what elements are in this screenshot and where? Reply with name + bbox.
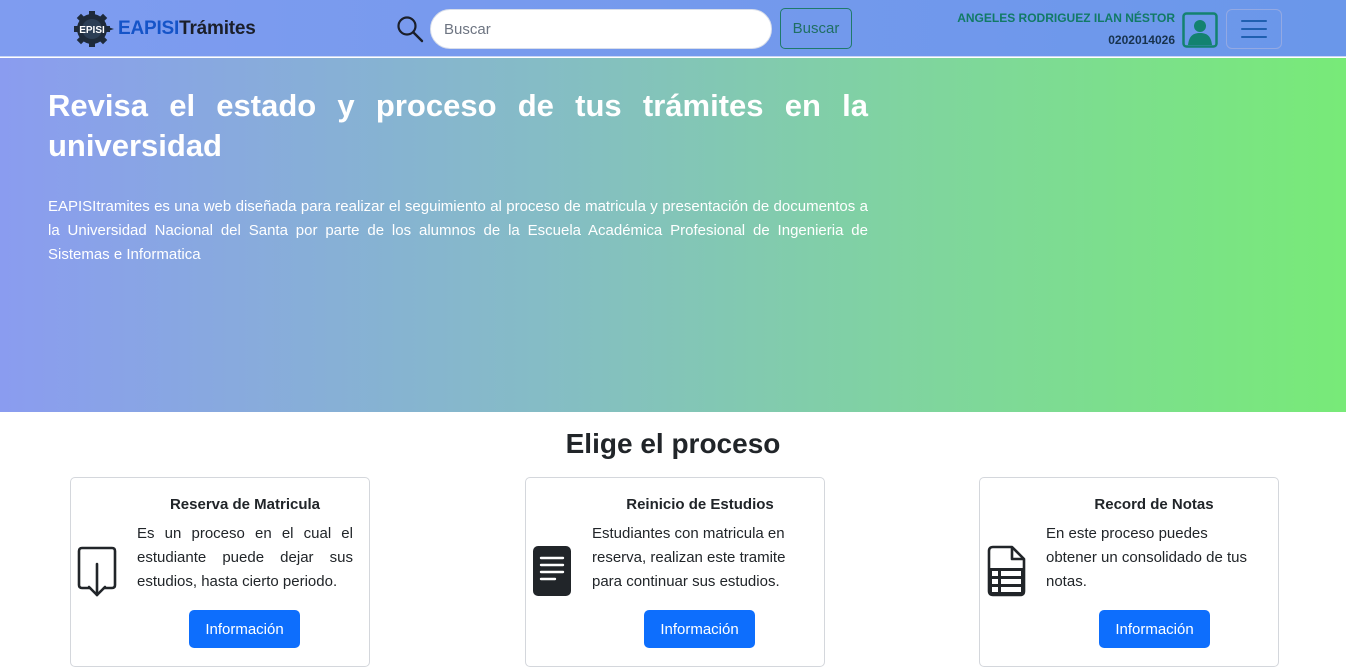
info-button-reserva[interactable]: Información bbox=[189, 610, 300, 648]
card-description: Estudiantes con matricula en reserva, re… bbox=[592, 525, 786, 590]
hamburger-icon bbox=[1241, 20, 1267, 38]
card-description: Es un proceso en el cual el estudiante p… bbox=[137, 525, 353, 590]
file-spreadsheet-icon bbox=[985, 544, 1027, 598]
process-card-reserva: Reserva de Matricula Es un proceso en el… bbox=[70, 477, 370, 667]
box-arrow-in-down-icon bbox=[76, 544, 118, 598]
menu-toggle-button[interactable] bbox=[1226, 9, 1282, 49]
svg-text:EPISI: EPISI bbox=[79, 25, 105, 36]
card-title: Reserva de Matricula bbox=[169, 496, 321, 513]
brand-name-part2: Trámites bbox=[179, 18, 256, 39]
card-title: Reinicio de Estudios bbox=[626, 496, 774, 513]
search-icon bbox=[396, 15, 424, 43]
process-card-record: Record de Notas En este proceso puedes o… bbox=[979, 477, 1279, 667]
search-button[interactable]: Buscar bbox=[780, 8, 852, 49]
user-code: 0202014026 bbox=[1108, 33, 1175, 47]
brand-name-part1: EAPISI bbox=[118, 18, 180, 39]
file-text-icon bbox=[531, 544, 573, 598]
user-avatar-icon[interactable] bbox=[1182, 12, 1218, 48]
brand-name: EAPISITrámites bbox=[118, 18, 256, 40]
hero-description: EAPISItramites es una web diseñada para … bbox=[48, 198, 868, 263]
search-input[interactable] bbox=[430, 9, 772, 49]
card-description: En este proceso puedes obtener un consol… bbox=[1046, 525, 1247, 590]
hero-banner: Revisa el estado y proceso de tus trámit… bbox=[0, 58, 1346, 412]
gear-logo-icon: EPISI bbox=[68, 10, 116, 48]
navbar: EPISI EAPISITrámites Buscar ANGELES RODR… bbox=[0, 0, 1346, 57]
section-title: Elige el proceso bbox=[565, 428, 781, 459]
info-button-record[interactable]: Información bbox=[1099, 610, 1210, 648]
user-name: ANGELES RODRIGUEZ ILAN NÉSTOR bbox=[957, 11, 1175, 25]
info-button-reinicio[interactable]: Información bbox=[644, 610, 755, 648]
process-card-reinicio: Reinicio de Estudios Estudiantes con mat… bbox=[525, 477, 825, 667]
hero-title: Revisa el estado y proceso de tus trámit… bbox=[48, 88, 868, 163]
card-title: Record de Notas bbox=[1094, 496, 1214, 513]
brand-logo-link[interactable]: EPISI EAPISITrámites bbox=[68, 10, 256, 48]
